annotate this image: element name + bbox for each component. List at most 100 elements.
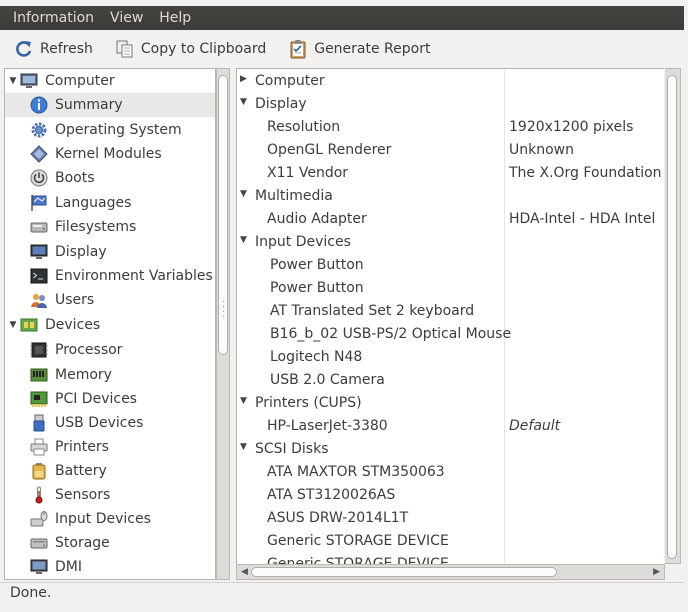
tree-item-input-devices[interactable]: Input Devices	[5, 507, 215, 531]
tree-item-processor[interactable]: Processor	[5, 338, 215, 362]
details-row[interactable]: ▼ Input Devices	[237, 232, 664, 255]
tree-item-operating-system[interactable]: Operating System	[5, 118, 215, 142]
tree-item-usb-devices[interactable]: USB Devices	[5, 411, 215, 435]
tree-item-label: Memory	[55, 367, 112, 383]
details-row[interactable]: B16_b_02 USB-PS/2 Optical Mouse	[237, 324, 664, 347]
details-row[interactable]: ▼ Printers (CUPS)	[237, 393, 664, 416]
row-key: ATA MAXTOR STM350063	[267, 464, 445, 480]
expander-down-icon[interactable]: ▼	[240, 189, 247, 199]
row-key: Generic STORAGE DEVICE	[267, 533, 449, 549]
row-key: Input Devices	[255, 234, 351, 250]
details-row[interactable]: ▼ Display	[237, 94, 664, 117]
computer-icon	[19, 71, 39, 91]
tree-item-kernel-modules[interactable]: Kernel Modules	[5, 142, 215, 166]
expander-down-icon[interactable]: ▼	[7, 76, 19, 86]
generate-report-button[interactable]: Generate Report	[284, 34, 434, 64]
expander-down-icon[interactable]: ▼	[240, 97, 247, 107]
row-key: X11 Vendor	[267, 165, 349, 181]
details-row[interactable]: ATA ST3120026AS	[237, 485, 664, 508]
details-row[interactable]: Logitech N48	[237, 347, 664, 370]
tree-item-boots[interactable]: Boots	[5, 166, 215, 190]
tree-item-dmi[interactable]: DMI	[5, 555, 215, 579]
expander-down-icon[interactable]: ▼	[240, 396, 247, 406]
tree-item-summary[interactable]: Summary	[5, 93, 215, 117]
details-row[interactable]: ▼ SCSI Disks	[237, 439, 664, 462]
pane-splitter-handle[interactable]: · · · ·	[222, 298, 228, 323]
details-horizontal-scrollbar[interactable]: ◀ ▶	[236, 564, 665, 580]
expander-right-icon[interactable]: ▶	[240, 74, 247, 84]
row-value: 1920x1200 pixels	[509, 119, 634, 135]
tree-item-users[interactable]: Users	[5, 288, 215, 312]
report-icon	[288, 39, 308, 59]
details-vertical-scrollbar[interactable]	[665, 68, 681, 564]
tree-item-pci-devices[interactable]: PCI Devices	[5, 387, 215, 411]
details-panel: ▶ Computer ▼ Display Resolution 1920x120…	[236, 68, 664, 564]
tree-group-devices[interactable]: ▼ Devices	[5, 313, 215, 337]
tree-item-label: PCI Devices	[55, 391, 137, 407]
details-row[interactable]: Generic STORAGE DEVICE	[237, 554, 664, 564]
tree-item-label: Summary	[55, 97, 123, 113]
details-row[interactable]: HP-LaserJet-3380 Default	[237, 416, 664, 439]
tree-item-label: Environment Variables	[55, 268, 213, 284]
copy-label: Copy to Clipboard	[140, 41, 267, 57]
tree-item-display[interactable]: Display	[5, 240, 215, 264]
row-key: B16_b_02 USB-PS/2 Optical Mouse	[270, 326, 512, 342]
details-row[interactable]: ASUS DRW-2014L1T	[237, 508, 664, 531]
expander-down-icon[interactable]: ▼	[240, 235, 247, 245]
copy-icon	[115, 39, 135, 59]
tree-item-printers[interactable]: Printers	[5, 435, 215, 459]
copy-to-clipboard-button[interactable]: Copy to Clipboard	[111, 34, 270, 64]
usb-icon	[29, 413, 49, 433]
tree-item-label: Languages	[55, 195, 132, 211]
drive-icon	[29, 217, 49, 237]
details-row[interactable]: Resolution 1920x1200 pixels	[237, 117, 664, 140]
report-label: Generate Report	[314, 41, 431, 57]
power-icon	[29, 168, 49, 188]
details-row[interactable]: X11 Vendor The X.Org Foundation	[237, 163, 664, 186]
tree-item-label: Processor	[55, 342, 123, 358]
tree-item-languages[interactable]: Languages	[5, 191, 215, 215]
tree-item-memory[interactable]: Memory	[5, 363, 215, 387]
refresh-label: Refresh	[40, 41, 93, 57]
printer-icon	[29, 437, 49, 457]
details-row[interactable]: Power Button	[237, 278, 664, 301]
details-row[interactable]: Generic STORAGE DEVICE	[237, 531, 664, 554]
scrollbar-thumb[interactable]	[251, 567, 557, 577]
tree-item-label: Input Devices	[55, 511, 151, 527]
row-value: HDA-Intel - HDA Intel	[509, 211, 656, 227]
menu-view[interactable]: View	[102, 6, 151, 30]
details-row[interactable]: Audio Adapter HDA-Intel - HDA Intel	[237, 209, 664, 232]
menu-help[interactable]: Help	[151, 6, 199, 30]
row-key: Computer	[255, 73, 325, 89]
details-row[interactable]: ▶ Computer	[237, 71, 664, 94]
tree-item-storage[interactable]: Storage	[5, 531, 215, 555]
tree-item-environment-variables[interactable]: Environment Variables	[5, 264, 215, 288]
scroll-right-icon[interactable]: ▶	[653, 565, 660, 579]
expander-down-icon[interactable]: ▼	[7, 320, 19, 330]
row-key: HP-LaserJet-3380	[267, 418, 388, 434]
row-key: USB 2.0 Camera	[270, 372, 385, 388]
details-row[interactable]: USB 2.0 Camera	[237, 370, 664, 393]
details-row[interactable]: OpenGL Renderer Unknown	[237, 140, 664, 163]
row-key: Logitech N48	[270, 349, 363, 365]
details-row[interactable]: ▼ Multimedia	[237, 186, 664, 209]
tree-item-battery[interactable]: Battery	[5, 459, 215, 483]
details-row[interactable]: Power Button	[237, 255, 664, 278]
monitor-icon	[29, 557, 49, 577]
tree-item-sensors[interactable]: Sensors	[5, 483, 215, 507]
menu-information[interactable]: Information	[5, 6, 102, 30]
tree-item-label: Operating System	[55, 122, 182, 138]
tree-group-computer[interactable]: ▼ Computer	[5, 69, 215, 93]
status-text: Done.	[10, 585, 52, 601]
details-row[interactable]: AT Translated Set 2 keyboard	[237, 301, 664, 324]
tree-item-label: USB Devices	[55, 415, 144, 431]
details-row[interactable]: ATA MAXTOR STM350063	[237, 462, 664, 485]
scrollbar-thumb[interactable]	[667, 75, 677, 559]
tree-vertical-scrollbar[interactable]	[216, 68, 230, 580]
refresh-button[interactable]: Refresh	[10, 34, 97, 64]
scroll-left-icon[interactable]: ◀	[241, 565, 248, 579]
expander-down-icon[interactable]: ▼	[240, 442, 247, 452]
row-key: Power Button	[270, 280, 364, 296]
row-key: Power Button	[270, 257, 364, 273]
tree-item-filesystems[interactable]: Filesystems	[5, 215, 215, 239]
